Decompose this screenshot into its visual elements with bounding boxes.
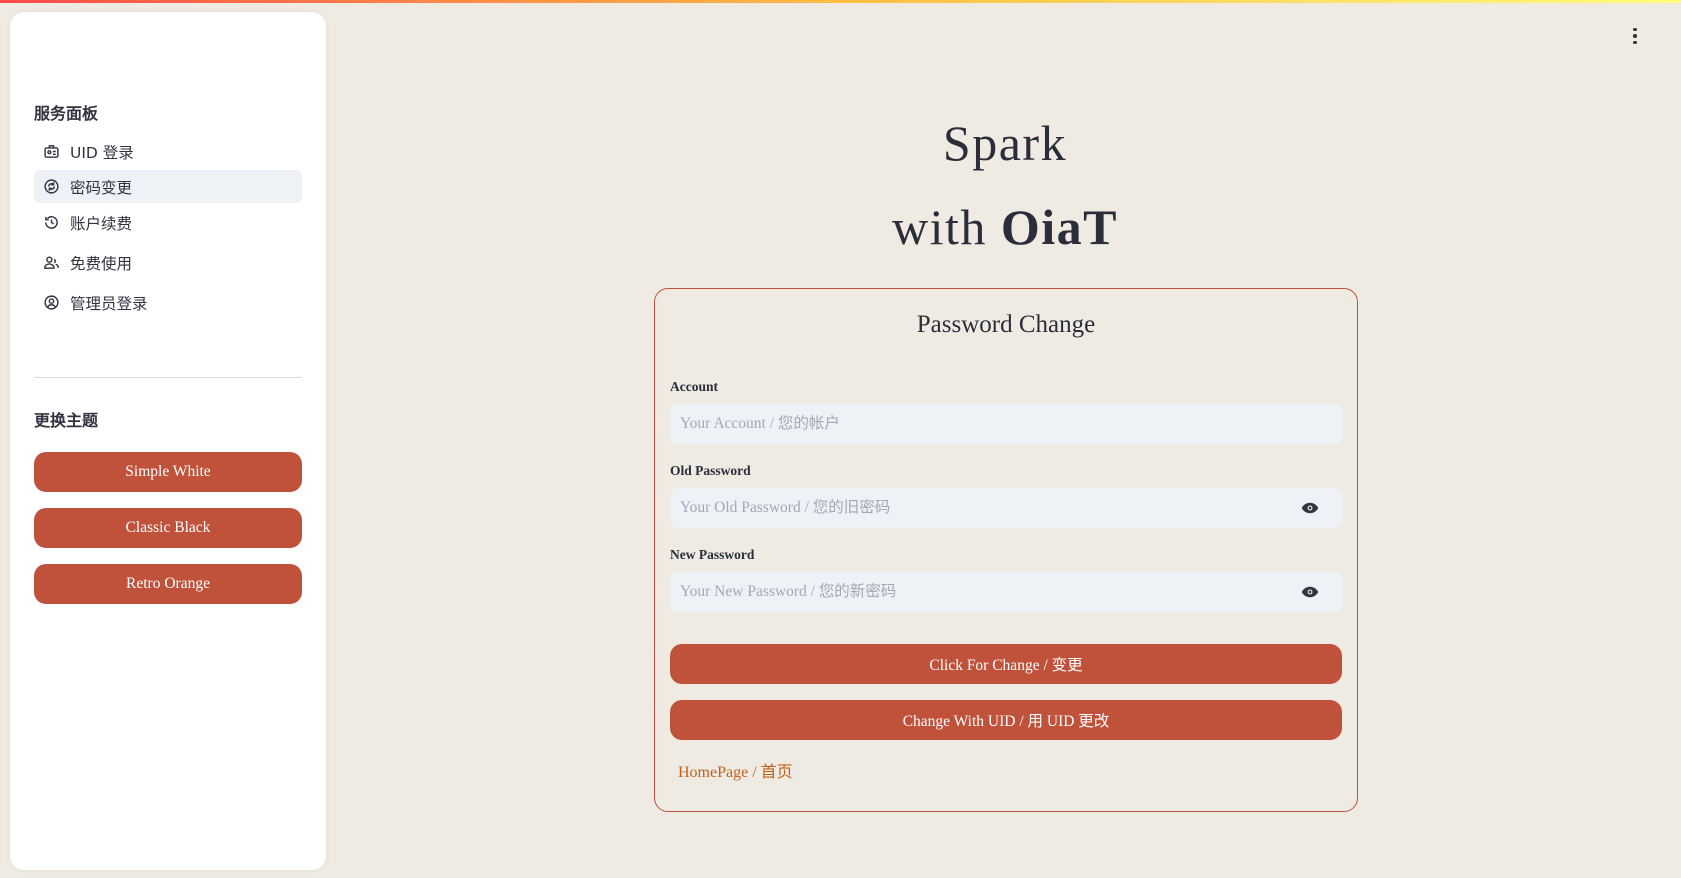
main-menu-button[interactable] <box>1625 26 1645 46</box>
theme-heading: 更换主题 <box>34 411 99 430</box>
nav-item-label: 管理员登录 <box>70 294 148 313</box>
change-with-uid-button[interactable]: Change With UID / 用 UID 更改 <box>670 700 1342 740</box>
page-title-line-1: Spark <box>942 115 1068 171</box>
account-label: Account <box>670 379 718 394</box>
account-input[interactable] <box>670 404 1342 444</box>
more-vertical-icon <box>1633 27 1637 32</box>
old-password-label: Old Password <box>670 463 751 478</box>
nav-item-admin-login[interactable]: 管理员登录 <box>34 286 302 319</box>
new-password-label: New Password <box>670 547 755 562</box>
old-password-input[interactable] <box>670 488 1342 528</box>
nav-item-label: 密码变更 <box>70 178 133 197</box>
theme-simple-white-button[interactable]: Simple White <box>34 452 302 492</box>
show-password-icon[interactable] <box>1300 583 1320 601</box>
theme-retro-orange-button[interactable]: Retro Orange <box>34 564 302 604</box>
sidebar-divider <box>34 377 302 378</box>
password-change-card: Password Change Account Old Password New… <box>654 288 1358 812</box>
page-title-line-2: with OiaT <box>0 198 1681 256</box>
new-password-input[interactable] <box>670 572 1342 612</box>
user-group-icon <box>42 254 60 272</box>
account-field-container <box>670 404 1342 444</box>
homepage-link[interactable]: HomePage / 首页 <box>678 758 793 782</box>
form-title: Password Change <box>916 311 1096 338</box>
show-password-icon[interactable] <box>1300 499 1320 517</box>
theme-classic-black-button[interactable]: Classic Black <box>34 508 302 548</box>
password-change-icon <box>42 178 60 196</box>
top-decoration-bar <box>0 0 1681 3</box>
account-circle-icon <box>42 294 60 312</box>
click-for-change-button[interactable]: Click For Change / 变更 <box>670 644 1342 684</box>
brand-name: OiaT <box>1000 199 1119 255</box>
old-password-field-container <box>670 488 1342 528</box>
title-prefix: with <box>891 199 1001 255</box>
more-vertical-icon-dot <box>1633 34 1637 38</box>
more-vertical-icon-dot <box>1633 40 1637 45</box>
new-password-field-container <box>670 572 1342 612</box>
